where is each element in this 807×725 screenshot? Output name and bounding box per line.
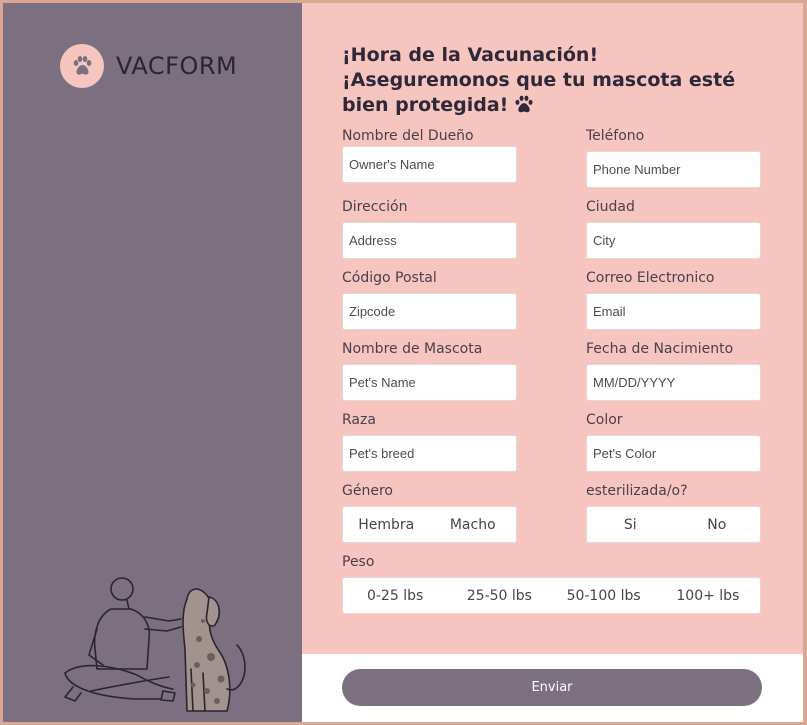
headline-line-2: ¡Aseguremonos que tu mascota esté [342, 69, 736, 91]
sterilized-option-no[interactable]: No [674, 517, 761, 533]
form-headline: ¡Hora de la Vacunación! ¡Aseguremonos qu… [342, 43, 782, 118]
form-footer: Enviar [302, 654, 803, 722]
zipcode-label: Código Postal [342, 270, 437, 286]
color-label: Color [586, 412, 623, 428]
city-input[interactable] [586, 222, 761, 259]
gender-selector: Hembra Macho [342, 506, 517, 543]
headline-line-1: ¡Hora de la Vacunación! [342, 44, 599, 66]
gender-option-hembra[interactable]: Hembra [343, 517, 430, 533]
gender-label: Género [342, 483, 393, 499]
brand-name: VACFORM [116, 52, 238, 80]
city-label: Ciudad [586, 199, 635, 215]
birth-date-label: Fecha de Nacimiento [586, 341, 734, 357]
paw-icon [73, 56, 92, 75]
pet-name-label: Nombre de Mascota [342, 341, 483, 357]
paw-icon [515, 95, 533, 113]
weight-option-25-50[interactable]: 25-50 lbs [447, 588, 551, 604]
phone-label: Teléfono [586, 128, 645, 144]
logo-badge [60, 44, 104, 88]
sterilized-option-si[interactable]: Si [587, 517, 674, 533]
address-input[interactable] [342, 222, 517, 259]
weight-selector: 0-25 lbs 25-50 lbs 50-100 lbs 100+ lbs [342, 577, 761, 614]
vaccination-form: ¡Hora de la Vacunación! ¡Aseguremonos qu… [302, 3, 803, 654]
owner-name-label: Nombre del Dueño [342, 128, 474, 144]
headline-line-3-text: bien protegida! [342, 94, 509, 116]
gender-option-macho[interactable]: Macho [430, 517, 517, 533]
email-input[interactable] [586, 293, 761, 330]
weight-option-100-plus[interactable]: 100+ lbs [656, 588, 760, 604]
headline-line-3: bien protegida! [342, 93, 782, 118]
sterilized-label: esterilizada/o? [586, 483, 688, 499]
person-with-dog-illustration [64, 577, 246, 712]
phone-input[interactable] [586, 151, 761, 188]
email-label: Correo Electronico [586, 270, 715, 286]
breed-label: Raza [342, 412, 376, 428]
breed-input[interactable] [342, 435, 517, 472]
weight-option-0-25[interactable]: 0-25 lbs [343, 588, 447, 604]
zipcode-input[interactable] [342, 293, 517, 330]
brand: VACFORM [60, 44, 237, 88]
page-frame: VACFORM ¡Hora de la Vacunación! ¡Asegure… [3, 3, 803, 722]
weight-option-50-100[interactable]: 50-100 lbs [552, 588, 656, 604]
submit-button[interactable]: Enviar [342, 669, 762, 706]
weight-label: Peso [342, 554, 375, 570]
address-label: Dirección [342, 199, 408, 215]
pet-name-input[interactable] [342, 364, 517, 401]
sterilized-selector: Si No [586, 506, 761, 543]
color-input[interactable] [586, 435, 761, 472]
birth-date-input[interactable] [586, 364, 761, 401]
sidebar: VACFORM [3, 3, 302, 722]
owner-name-input[interactable] [342, 146, 517, 183]
